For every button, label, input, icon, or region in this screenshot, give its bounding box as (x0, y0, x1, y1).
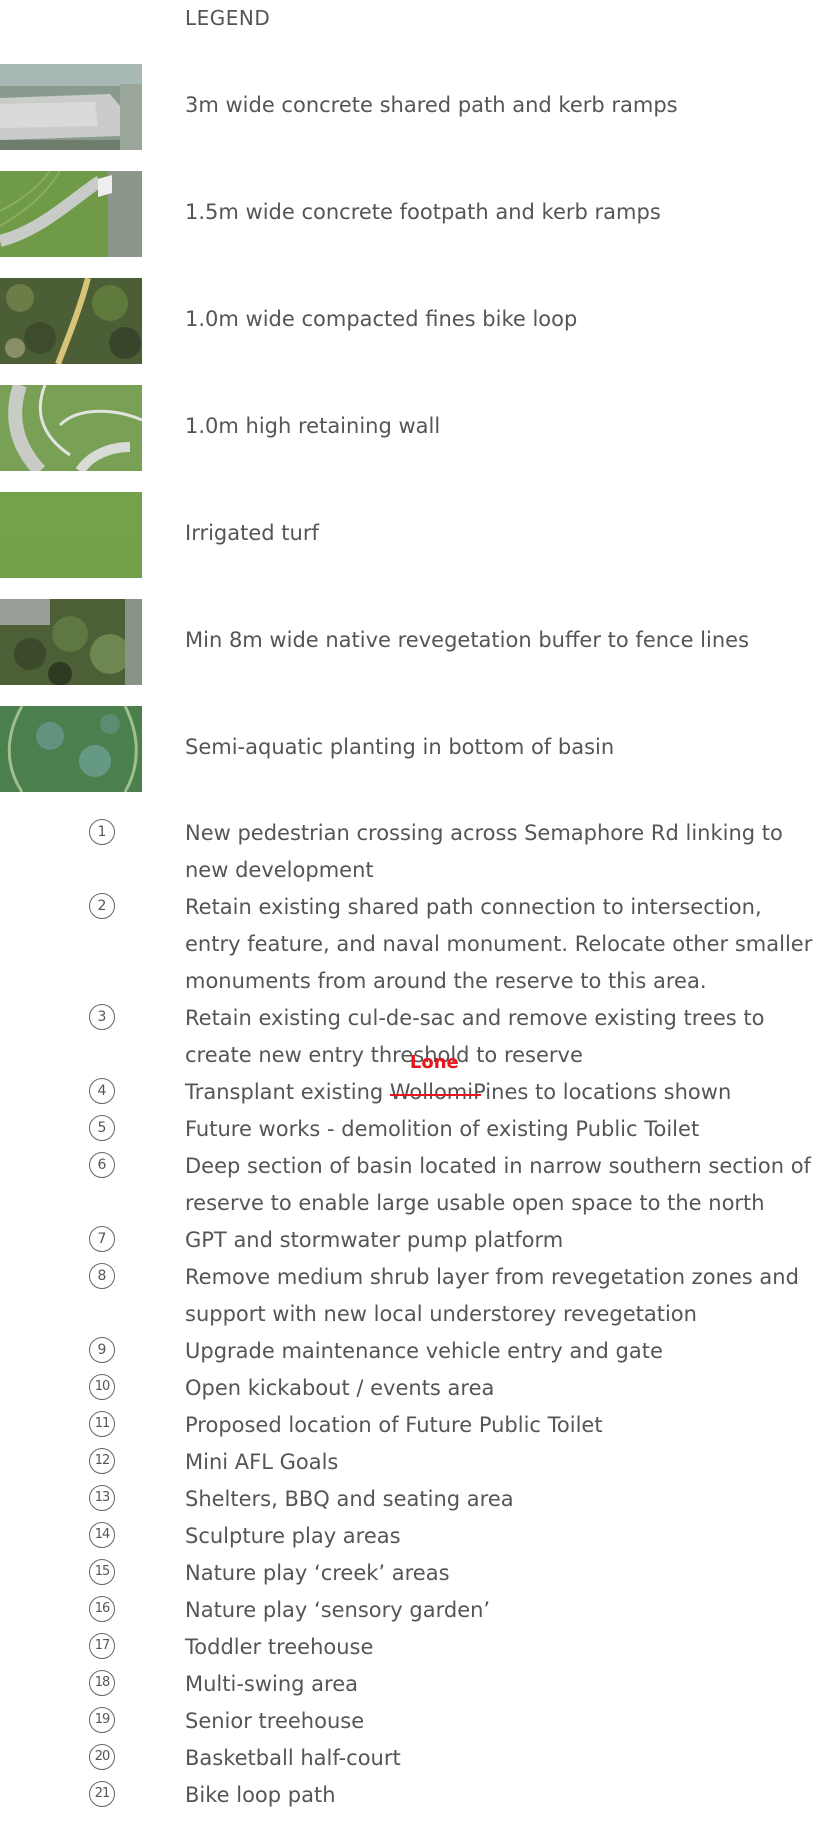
note-text: Senior treehouse (185, 1709, 365, 1733)
circled-number: 2 (89, 893, 115, 919)
circled-number: 14 (89, 1522, 115, 1548)
circled-number: 11 (89, 1411, 115, 1437)
circled-number: 19 (89, 1707, 115, 1733)
note-text: Nature play ‘sensory garden’ (185, 1598, 491, 1622)
note-text: Transplant existing Wollomi Lone Pines to … (185, 1054, 815, 1111)
inserted-word: Lone (409, 1052, 459, 1073)
circled-number: 8 (89, 1263, 115, 1289)
note-text: Multi-swing area (185, 1672, 359, 1696)
note-text: Sculpture play areas (185, 1524, 401, 1548)
note-text: Upgrade maintenance vehicle entry and ga… (185, 1339, 663, 1363)
swatch-label: 1.0m wide compacted fines bike loop (185, 307, 578, 331)
note-text: Deep section of basin located in narrow … (185, 1154, 811, 1215)
swatch-footpath-image (0, 171, 142, 257)
swatch-label: 3m wide concrete shared path and kerb ra… (185, 93, 678, 117)
note-text: Remove medium shrub layer from revegetat… (185, 1265, 799, 1326)
swatch-bike-loop-image (0, 278, 142, 364)
note-text-before: Transplant existing (185, 1080, 390, 1104)
note-text-after: Pines to locations shown (473, 1080, 732, 1104)
circled-number: 5 (89, 1115, 115, 1141)
swatch-revegetation-image (0, 599, 142, 685)
circled-number: 17 (89, 1633, 115, 1659)
struck-word-text: Wollomi (389, 1080, 474, 1104)
swatch-label: 1.0m high retaining wall (185, 414, 441, 438)
circled-number: 16 (89, 1596, 115, 1622)
note-text: Toddler treehouse (185, 1635, 374, 1659)
circled-number: 10 (89, 1374, 115, 1400)
legend-row-shared-path: 3m wide concrete shared path and kerb ra… (0, 64, 820, 150)
struck-word: Wollomi Lone (389, 1054, 482, 1111)
swatch-label: Irrigated turf (185, 521, 319, 545)
swatch-label: Semi-aquatic planting in bottom of basin (185, 735, 615, 759)
legend-title: LEGEND (185, 6, 271, 30)
note-text: Bike loop path (185, 1783, 336, 1807)
note-text: GPT and stormwater pump platform (185, 1228, 564, 1252)
legend-row-footpath: 1.5m wide concrete footpath and kerb ram… (0, 171, 820, 257)
circled-number: 12 (89, 1448, 115, 1474)
circled-number: 13 (89, 1485, 115, 1511)
note-text: Shelters, BBQ and seating area (185, 1487, 514, 1511)
note-text: Retain existing cul-de-sac and remove ex… (185, 1006, 765, 1067)
circled-number: 20 (89, 1744, 115, 1770)
legend-row-bike-loop: 1.0m wide compacted fines bike loop (0, 278, 820, 364)
note-text: Retain existing shared path connection t… (185, 895, 813, 993)
swatch-semi-aquatic-image (0, 706, 142, 792)
circled-number: 3 (89, 1004, 115, 1030)
note-text: Mini AFL Goals (185, 1450, 339, 1474)
note-text: Open kickabout / events area (185, 1376, 495, 1400)
legend-row-irrigated-turf: Irrigated turf (0, 492, 820, 578)
note-text: Basketball half-court (185, 1746, 401, 1770)
circled-number: 18 (89, 1670, 115, 1696)
swatch-retaining-wall-image (0, 385, 142, 471)
circled-number: 7 (89, 1226, 115, 1252)
circled-number: 1 (89, 819, 115, 845)
circled-number: 6 (89, 1152, 115, 1178)
circled-number: 21 (89, 1781, 115, 1807)
circled-number: 15 (89, 1559, 115, 1585)
note-text: Nature play ‘creek’ areas (185, 1561, 450, 1585)
swatch-label: Min 8m wide native revegetation buffer t… (185, 628, 750, 652)
note-text: New pedestrian crossing across Semaphore… (185, 821, 783, 882)
swatch-label: 1.5m wide concrete footpath and kerb ram… (185, 200, 661, 224)
legend-row-revegetation-buffer: Min 8m wide native revegetation buffer t… (0, 599, 820, 685)
circled-number: 9 (89, 1337, 115, 1363)
legend-row-semi-aquatic: Semi-aquatic planting in bottom of basin (0, 706, 820, 792)
circled-number: 4 (89, 1078, 115, 1104)
note-text: Future works - demolition of existing Pu… (185, 1117, 700, 1141)
legend-row-retaining-wall: 1.0m high retaining wall (0, 385, 820, 471)
note-text: Proposed location of Future Public Toile… (185, 1413, 603, 1437)
swatch-turf-image (0, 492, 142, 578)
swatch-shared-path-image (0, 64, 142, 150)
